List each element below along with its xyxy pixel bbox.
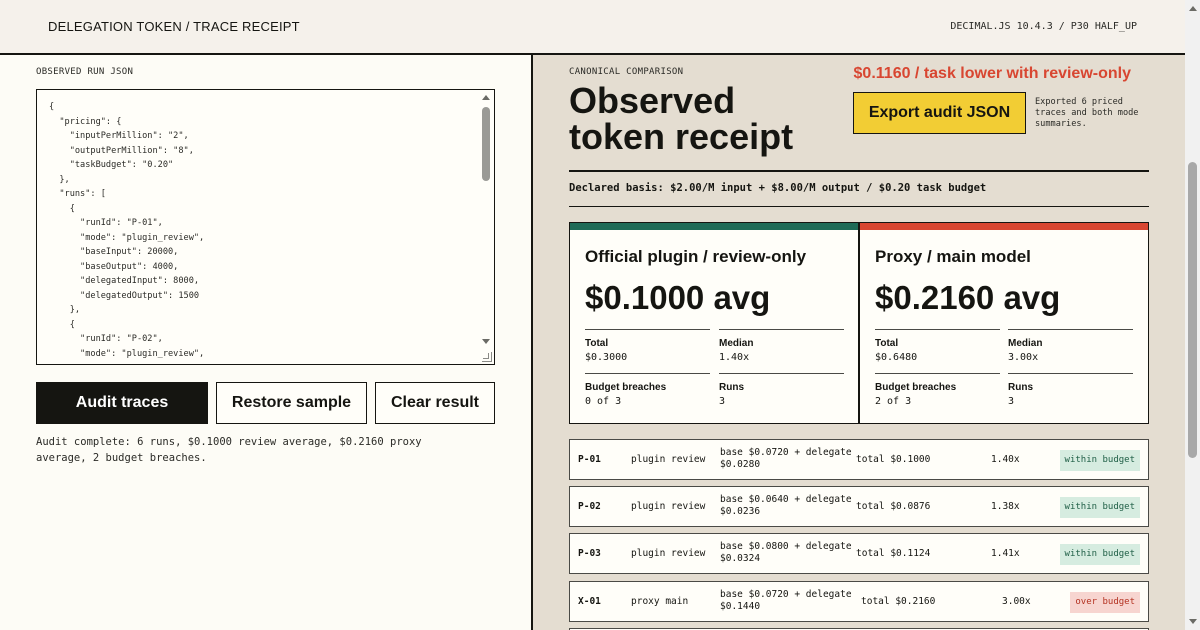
trace-total: total $0.1000	[856, 454, 931, 465]
pricing-basis: Declared basis: $2.00/M input + $8.00/M …	[569, 182, 987, 194]
card-title: Proxy / main model	[875, 247, 1031, 266]
stat-median: Median 3.00x	[1008, 329, 1133, 365]
trace-row: X-01 proxy main base $0.0720 + delegate …	[569, 581, 1149, 622]
trace-mode: plugin review	[631, 548, 706, 559]
audit-traces-button[interactable]: Audit traces	[36, 382, 208, 424]
stat-breaches: Budget breaches 2 of 3	[875, 373, 1000, 409]
budget-status-badge: over budget	[1070, 592, 1140, 613]
trace-cost-breakdown: base $0.0640 + delegate $0.0236	[720, 494, 852, 517]
export-note: Exported 6 priced traces and both mode s…	[1035, 97, 1139, 129]
stat-value: 1.40x	[719, 352, 750, 363]
stat-value: $0.6480	[875, 352, 918, 363]
summary-card-proxy: Proxy / main model $0.2160 avg Total $0.…	[859, 222, 1149, 424]
card-average: $0.2160 avg	[875, 279, 1061, 316]
stat-total: Total $0.3000	[585, 329, 710, 365]
comparison-eyebrow: CANONICAL COMPARISON	[569, 67, 684, 77]
trace-id: P-02	[578, 501, 601, 512]
trace-row: P-01 plugin review base $0.0720 + delega…	[569, 439, 1149, 480]
trace-id: X-01	[578, 596, 601, 607]
trace-id: P-03	[578, 548, 601, 559]
basis-rule-bottom	[569, 206, 1149, 207]
budget-status-badge: within budget	[1059, 497, 1140, 518]
editor-scroll-thumb[interactable]	[482, 107, 490, 181]
scroll-up-arrow-icon[interactable]	[482, 95, 490, 100]
receipt-heading: Observed token receipt	[569, 80, 794, 157]
stat-median: Median 1.40x	[719, 329, 844, 365]
stat-value: 2 of 3	[875, 396, 912, 407]
input-panel: OBSERVED RUN JSON { "pricing": { "inputP…	[0, 55, 532, 630]
page-scroll-up-icon[interactable]	[1189, 6, 1197, 11]
summary-card-review: Official plugin / review-only $0.1000 av…	[569, 222, 859, 424]
trace-cost-breakdown: base $0.0800 + delegate $0.0324	[720, 541, 852, 564]
restore-sample-button[interactable]: Restore sample	[216, 382, 367, 424]
page-scroll-down-icon[interactable]	[1189, 619, 1197, 624]
trace-mode: plugin review	[631, 501, 706, 512]
stat-label: Runs	[1008, 382, 1033, 393]
budget-status-badge: within budget	[1059, 450, 1140, 471]
savings-summary: $0.1160 / task lower with review-only	[853, 65, 1131, 82]
stat-total: Total $0.6480	[875, 329, 1000, 365]
trace-ratio: 1.38x	[991, 501, 1020, 512]
editor-scrollbar[interactable]	[479, 90, 494, 364]
audit-status: Audit complete: 6 runs, $0.1000 review a…	[36, 436, 422, 464]
trace-total: total $0.1124	[856, 548, 931, 559]
card-title: Official plugin / review-only	[585, 247, 807, 266]
json-editor[interactable]: { "pricing": { "inputPerMillion": "2", "…	[36, 89, 495, 365]
budget-status-badge: within budget	[1059, 544, 1140, 565]
trace-ratio: 1.40x	[991, 454, 1020, 465]
clear-result-button[interactable]: Clear result	[375, 382, 495, 424]
trace-ratio: 3.00x	[1002, 596, 1031, 607]
stat-value: $0.3000	[585, 352, 628, 363]
trace-total: total $0.2160	[861, 596, 936, 607]
card-accent-stripe	[860, 223, 1148, 230]
stat-label: Total	[875, 338, 899, 349]
stat-label: Budget breaches	[585, 382, 667, 393]
export-audit-json-button[interactable]: Export audit JSON	[853, 92, 1026, 134]
trace-row: P-03 plugin review base $0.0800 + delega…	[569, 533, 1149, 574]
trace-cost-breakdown: base $0.0720 + delegate $0.0280	[720, 447, 852, 470]
stat-label: Median	[719, 338, 754, 349]
library-version: DECIMAL.JS 10.4.3 / P30 HALF_UP	[950, 21, 1137, 32]
stat-label: Median	[1008, 338, 1043, 349]
stat-runs: Runs 3	[1008, 373, 1133, 409]
card-average: $0.1000 avg	[585, 279, 771, 316]
stat-label: Runs	[719, 382, 744, 393]
trace-row: P-02 plugin review base $0.0640 + delega…	[569, 486, 1149, 527]
stat-value: 0 of 3	[585, 396, 622, 407]
scroll-down-arrow-icon[interactable]	[482, 339, 490, 344]
editor-label: OBSERVED RUN JSON	[36, 67, 134, 77]
trace-cost-breakdown: base $0.0720 + delegate $0.1440	[720, 589, 852, 612]
resize-grip-icon[interactable]	[482, 352, 492, 362]
page-scroll-thumb[interactable]	[1188, 162, 1197, 458]
trace-ratio: 1.41x	[991, 548, 1020, 559]
trace-mode: proxy main	[631, 596, 689, 607]
card-accent-stripe	[570, 223, 858, 230]
trace-mode: plugin review	[631, 454, 706, 465]
stat-runs: Runs 3	[719, 373, 844, 409]
json-editor-text[interactable]: { "pricing": { "inputPerMillion": "2", "…	[49, 100, 204, 361]
stat-value: 3	[1008, 396, 1015, 407]
stat-label: Total	[585, 338, 609, 349]
stat-label: Budget breaches	[875, 382, 957, 393]
trace-total: total $0.0876	[856, 501, 931, 512]
stat-value: 3	[719, 396, 726, 407]
stat-value: 3.00x	[1008, 352, 1039, 363]
page-scrollbar[interactable]	[1185, 0, 1200, 630]
stat-breaches: Budget breaches 0 of 3	[585, 373, 710, 409]
comparison-panel: CANONICAL COMPARISON Observed token rece…	[533, 55, 1185, 630]
basis-rule-top	[569, 170, 1149, 172]
app-title: DELEGATION TOKEN / TRACE RECEIPT	[48, 19, 300, 34]
trace-id: P-01	[578, 454, 601, 465]
top-bar: DELEGATION TOKEN / TRACE RECEIPT DECIMAL…	[0, 0, 1185, 55]
